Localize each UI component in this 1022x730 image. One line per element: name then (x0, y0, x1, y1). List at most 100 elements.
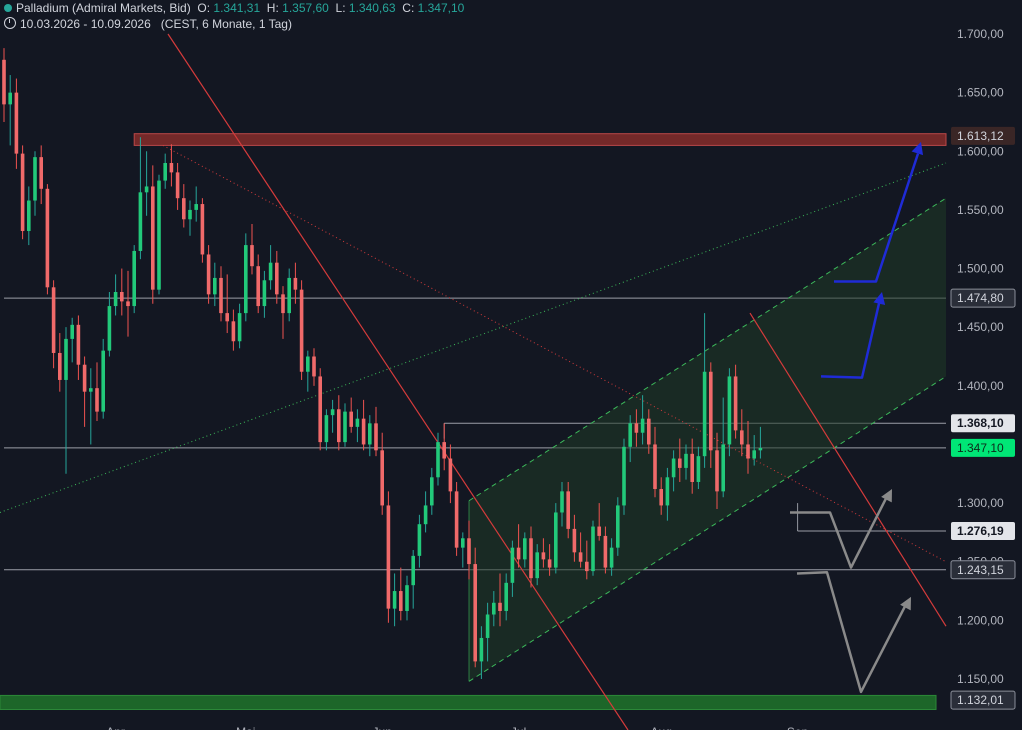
candle-body (405, 585, 409, 611)
x-axis-tick-label: Jun (373, 725, 392, 730)
candle-body (330, 409, 335, 416)
candle-body (721, 444, 725, 492)
candle-body (58, 352, 62, 380)
candle-body (417, 524, 422, 556)
y-axis-tick-label: 1.700,00 (957, 27, 1004, 41)
candle-body (64, 338, 68, 380)
candle-body (175, 172, 180, 199)
candle-body (275, 262, 279, 295)
candle-body (740, 430, 744, 445)
candle-body (399, 591, 403, 611)
candle-body (306, 356, 310, 372)
candle-body (27, 200, 31, 232)
candle-body (262, 280, 267, 307)
candle-body (591, 526, 595, 572)
y-axis-tick-label: 1.500,00 (957, 262, 1004, 276)
open-label: O: (197, 1, 211, 15)
date-range: 10.03.2026 - 10.09.2026 (20, 17, 151, 31)
candle-body (461, 538, 465, 548)
high-value: 1.357,60 (282, 1, 329, 15)
candle-body (702, 371, 707, 457)
price-tag-label: 1.276,19 (957, 524, 1004, 538)
x-axis-tick-label: Mai (236, 725, 255, 730)
candle-body (101, 350, 105, 412)
candle-body (287, 277, 291, 314)
candle-body (485, 614, 490, 638)
high-label: H: (266, 1, 279, 15)
candle-body (95, 388, 99, 412)
candle-body (33, 157, 37, 201)
candle-body (268, 262, 273, 281)
candlestick-chart[interactable]: 1.700,00 1.650,00 1.600,00 1.550,00 1.500,00… (0, 0, 1022, 730)
candle-body (281, 294, 285, 314)
candle-body (442, 442, 446, 459)
candle-body (504, 582, 508, 611)
candle-body (529, 538, 533, 579)
candle-body (2, 59, 6, 105)
candle-body (120, 292, 124, 302)
candle-body (39, 157, 43, 189)
candle-body (82, 364, 87, 392)
candle-body (585, 561, 589, 572)
candle-body (256, 266, 260, 307)
candle-body (107, 306, 112, 351)
candle-body (312, 356, 316, 377)
candle-body (671, 458, 676, 478)
candle-body (361, 418, 366, 445)
y-axis-tick-label: 1.600,00 (957, 144, 1004, 158)
candle-body (225, 313, 229, 322)
candle-body (547, 559, 552, 568)
y-axis-tick-label: 1.550,00 (957, 203, 1004, 217)
low-value: 1.340,63 (348, 1, 396, 15)
candle-body (20, 153, 25, 232)
period-info: (CEST, 6 Monate, 1 Tag) (160, 17, 292, 31)
candle-body (188, 209, 192, 220)
candle-body (758, 447, 763, 451)
y-axis-tick-label: 1.150,00 (957, 672, 1004, 686)
candle-body (318, 376, 322, 443)
symbol-name: Palladium (Admiral Markets, Bid) (16, 1, 191, 15)
candle-body (169, 163, 174, 173)
candle-body (163, 163, 167, 181)
candle-body (144, 186, 149, 193)
candle-body (560, 491, 564, 513)
chart-area[interactable]: 1.700,00 1.650,00 1.600,00 1.550,00 1.500,00… (0, 0, 1022, 730)
x-axis-tick-label: Apr (106, 725, 125, 730)
close-value: 1.347,10 (417, 1, 465, 15)
candle-body (151, 186, 155, 290)
candle-body (392, 591, 397, 609)
date-range-bar: 10.03.2026 - 10.09.2026 (CEST, 6 Monate,… (4, 17, 292, 31)
x-axis-tick-label: Sep (787, 725, 809, 730)
candle-body (492, 602, 496, 615)
candle-body (454, 491, 459, 548)
candle-body (578, 552, 583, 562)
candle-body (324, 415, 329, 443)
candle-body (132, 250, 136, 307)
candle-body (126, 301, 130, 307)
candle-body (634, 423, 639, 433)
candle-body (423, 505, 428, 525)
candle-body (597, 526, 601, 536)
candle-body (411, 555, 415, 586)
candle-body (572, 528, 577, 553)
candle-body (622, 446, 626, 506)
candle-body (293, 277, 298, 290)
y-axis-tick-label: 1.300,00 (957, 496, 1004, 510)
candle-body (690, 453, 694, 482)
live-indicator-icon (4, 4, 12, 12)
price-tag-label: 1.243,15 (957, 563, 1004, 577)
candle-body (299, 289, 304, 372)
candle-body (665, 477, 670, 506)
candle-body (182, 198, 186, 220)
candle-body (200, 204, 205, 255)
candle-body (374, 423, 378, 451)
candle-body (616, 505, 620, 548)
candle-body (206, 254, 211, 295)
candle-body (733, 376, 738, 431)
candle-body (709, 371, 713, 451)
candle-body (516, 547, 521, 560)
candle-body (76, 324, 81, 365)
candle-body (523, 538, 527, 560)
candle-body (448, 458, 453, 492)
candle-body (603, 535, 608, 568)
